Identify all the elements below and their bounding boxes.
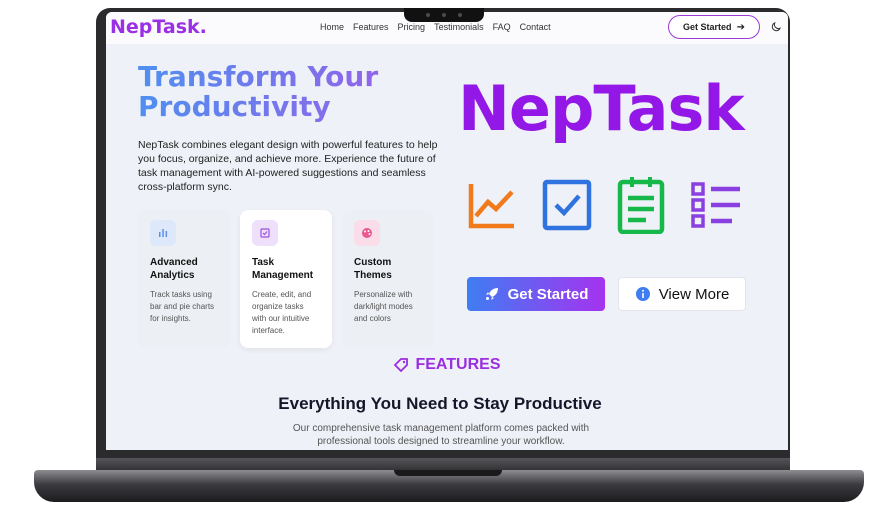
hero-title-line-2: Productivity — [138, 90, 331, 123]
rocket-icon — [485, 288, 498, 300]
card-title: Advanced Analytics — [150, 256, 218, 282]
list-icon — [691, 182, 740, 228]
info-icon — [635, 287, 650, 301]
card-title-line: Custom — [354, 257, 392, 268]
laptop-lip — [394, 470, 502, 476]
card-title-line: Themes — [354, 270, 392, 281]
nav-link-contact[interactable]: Contact — [520, 22, 551, 32]
hero-title-line-1: Transform Your — [138, 60, 379, 93]
nav-link-faq[interactable]: FAQ — [493, 22, 511, 32]
clipboard-icon — [617, 177, 665, 234]
brand-logo[interactable]: NepTask. — [110, 16, 207, 38]
nav-link-home[interactable]: Home — [320, 22, 344, 32]
view-more-button[interactable]: View More — [618, 277, 746, 311]
camera-notch — [404, 8, 484, 22]
feature-card-analytics[interactable]: Advanced Analytics Track tasks using bar… — [138, 210, 230, 348]
card-text: Track tasks using bar and pie charts for… — [150, 290, 215, 323]
get-started-label: Get Started — [507, 285, 589, 303]
checkbox-icon — [542, 179, 592, 231]
card-title: Task Management — [252, 256, 320, 282]
palette-icon — [354, 220, 380, 246]
card-title-line: Task — [252, 257, 275, 268]
screen: NepTask. Home Features Pricing Testimoni… — [106, 12, 788, 450]
card-title-line: Advanced — [150, 257, 198, 268]
card-title: Custom Themes — [354, 256, 422, 282]
features-label-text: FEATURES — [415, 356, 501, 373]
section-title: Everything You Need to Stay Productive — [278, 394, 602, 413]
check-square-icon — [252, 220, 278, 246]
feature-card-task-management[interactable]: Task Management Create, edit, and organi… — [240, 210, 332, 348]
nav-link-pricing[interactable]: Pricing — [398, 22, 426, 32]
arrow-right-icon: ➔ — [736, 21, 745, 33]
nav-links: Home Features Pricing Testimonials FAQ C… — [320, 22, 551, 32]
get-started-button[interactable]: Get Started — [467, 277, 605, 311]
features-label: FEATURES — [106, 356, 788, 374]
card-text: Create, edit, and organize tasks with ou… — [252, 290, 312, 335]
hero-description: NepTask combines elegant design with pow… — [138, 139, 438, 193]
nav-link-features[interactable]: Features — [353, 22, 389, 32]
card-title-line: Management — [252, 270, 314, 281]
nav-get-started-button[interactable]: Get Started ➔ — [668, 15, 760, 39]
tag-icon — [394, 358, 409, 373]
hero-brand-wordmark: NepTask — [458, 72, 745, 145]
view-more-label: View More — [658, 285, 730, 303]
card-text: Personalize with dark/light modes and co… — [354, 290, 413, 323]
section-description: Our comprehensive task management platfo… — [292, 423, 590, 447]
hero-title: Transform Your Productivity — [138, 62, 438, 122]
chart-line-icon — [468, 184, 514, 229]
nav-get-started-label: Get Started — [683, 22, 732, 32]
feature-card-custom-themes[interactable]: Custom Themes Personalize with dark/ligh… — [342, 210, 434, 348]
moon-icon[interactable] — [770, 21, 782, 33]
card-title-line: Analytics — [150, 270, 195, 281]
bar-chart-icon — [150, 220, 176, 246]
nav-link-testimonials[interactable]: Testimonials — [434, 22, 484, 32]
